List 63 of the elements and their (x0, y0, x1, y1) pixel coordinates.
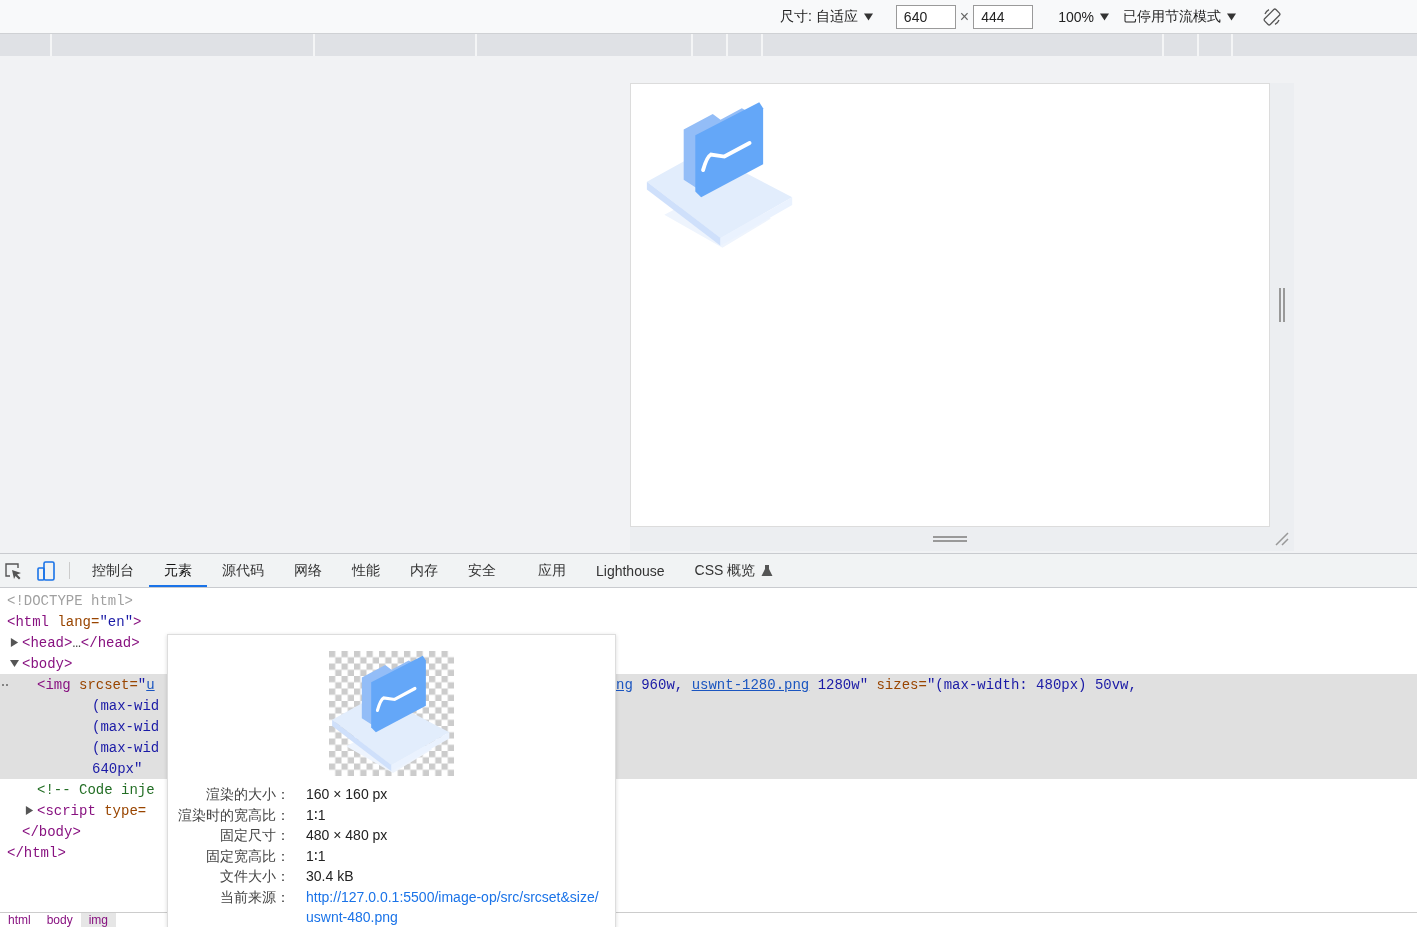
code-link[interactable]: uswnt-1280.png (691, 676, 810, 693)
code-line: <head>…</head> (22, 634, 140, 651)
code-link[interactable]: u (146, 676, 155, 693)
devtools-tab[interactable]: 性能 (337, 554, 395, 587)
code-line: ng 960w, uswnt-1280.png 1280w" sizes="(max-width: 480px) 50vw, (616, 676, 1137, 693)
code-line: </html> (7, 844, 66, 861)
property-label: 文件大小： (219, 867, 290, 886)
devtools-tab[interactable]: 应用 (523, 554, 581, 587)
property-value: 30.4 kB (306, 867, 355, 886)
code-line: </body> (22, 823, 81, 840)
devtools-tab[interactable]: 控制台 (77, 554, 149, 587)
code-line: (max-wid (92, 697, 160, 714)
code-line: <!DOCTYPE html> (7, 592, 134, 609)
code-line: <body> (22, 655, 73, 672)
devtools-tab[interactable]: 网络 (279, 554, 337, 587)
height-field[interactable]: 444 (973, 4, 1034, 29)
code-line: <html lang="en"> (7, 613, 142, 630)
width-resize-handle[interactable] (1270, 83, 1294, 527)
inspect-icon[interactable] (4, 561, 22, 580)
code-line: 640px" (92, 760, 143, 777)
zoom-dropdown[interactable]: 100% (1058, 8, 1109, 25)
property-value: 480 × 480 px (306, 826, 389, 845)
devtools-tab[interactable]: 源代码 (207, 554, 279, 587)
height-resize-handle[interactable] (630, 527, 1270, 551)
devtools-tab[interactable]: 内存 (395, 554, 453, 587)
code-line: <!-- Code inje (37, 781, 155, 798)
code-link[interactable]: ng (616, 676, 633, 693)
property-label: 固定宽高比： (205, 846, 290, 866)
times-sign: × (959, 7, 970, 26)
property-label: 渲染的大小： (205, 785, 290, 804)
property-label: 渲染时的宽高比： (178, 805, 290, 825)
breadcrumb[interactable]: html (0, 913, 39, 927)
grip-icon (933, 536, 967, 542)
throttling-dropdown[interactable]: 已停用节流模式 (1123, 7, 1236, 26)
caret-icon (1100, 12, 1109, 21)
devtools-tab[interactable]: 安全 (453, 554, 511, 587)
breadcrumb[interactable]: body (38, 913, 81, 927)
code-line: (max-wid (92, 739, 160, 756)
disclosure-triangle-icon[interactable] (10, 659, 19, 668)
device-toggle-icon[interactable] (37, 560, 55, 581)
dimensions-dropdown[interactable]: 尺寸: 自适应 (780, 7, 873, 26)
devtools-tab[interactable]: Lighthouse (581, 554, 680, 587)
property-value: 1∶1 (306, 846, 327, 866)
rotate-icon[interactable] (1262, 6, 1282, 27)
devtools-tab[interactable]: 元素 (149, 554, 207, 587)
property-value: 160 × 160 px (306, 785, 389, 804)
property-label: 当前来源： (219, 887, 290, 907)
source-link[interactable]: http://127.0.0.1:5500/image-op/src/srcset&size/uswnt-480.png (306, 886, 605, 927)
property-value: 1∶1 (306, 805, 327, 825)
disclosure-triangle-icon[interactable] (25, 806, 34, 815)
disclosure-triangle-icon[interactable] (10, 638, 19, 647)
resize-grip-icon (1274, 531, 1290, 547)
breadcrumb[interactable]: img (80, 913, 117, 927)
property-label: 固定尺寸： (219, 826, 290, 845)
code-line: (max-wid (92, 718, 160, 735)
grip-icon (1279, 288, 1285, 322)
caret-icon (1227, 12, 1236, 21)
code-line: <img srcset="u (37, 676, 155, 693)
devtools-tab[interactable]: CSS 概览 (679, 554, 789, 587)
code-line: <script type= (37, 802, 147, 819)
caret-icon (863, 12, 873, 21)
width-field[interactable]: 640 (895, 4, 956, 29)
ellipsis-icon[interactable] (1, 682, 9, 687)
